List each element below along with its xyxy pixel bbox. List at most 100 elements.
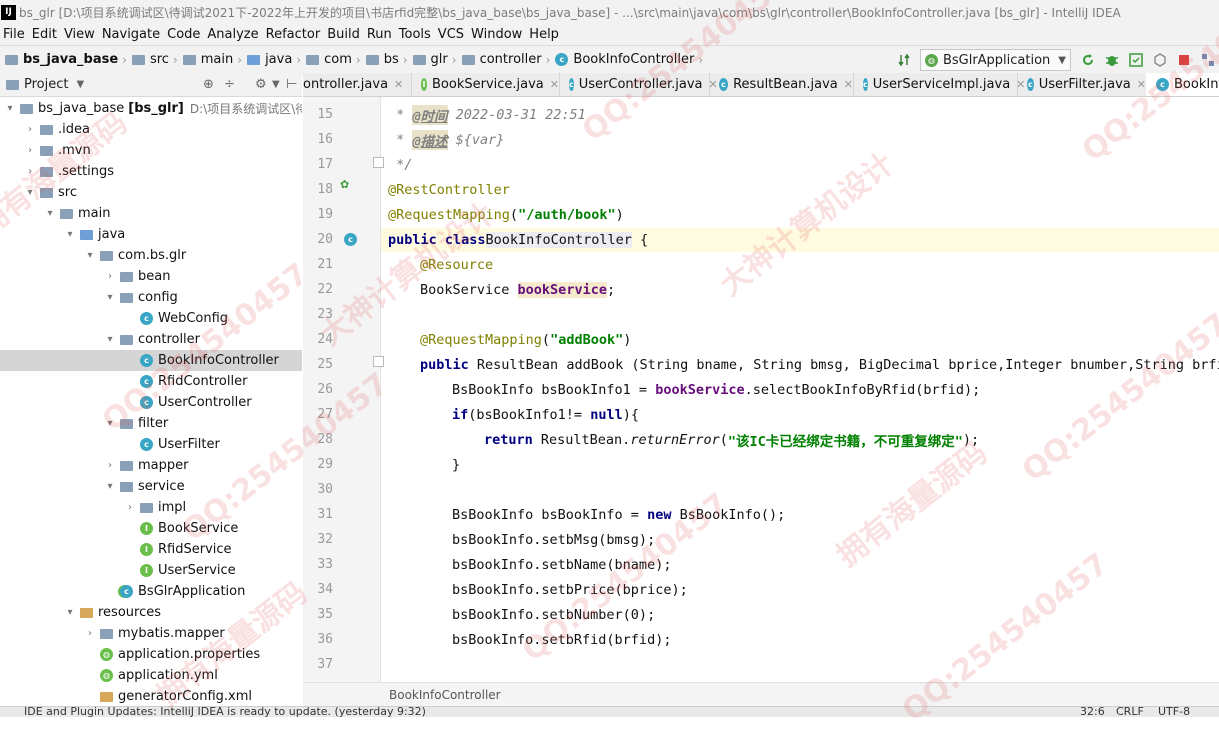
tree-item[interactable]: ▾ resources bbox=[64, 602, 161, 623]
tree-item[interactable]: ▾ filter bbox=[104, 413, 168, 434]
chevron-right-icon[interactable]: › bbox=[124, 502, 136, 513]
tree-item[interactable]: ▾ service bbox=[104, 476, 184, 497]
editor-tab[interactable]: c BookInfo bbox=[1146, 73, 1219, 96]
tree-item[interactable]: › .idea bbox=[24, 119, 90, 140]
breadcrumb-main[interactable]: main bbox=[201, 52, 233, 67]
chevron-down-icon[interactable]: ▾ bbox=[44, 208, 56, 219]
chevron-down-icon[interactable]: ▾ bbox=[104, 481, 116, 492]
tree-item[interactable]: ▾ com.bs.glr bbox=[84, 245, 186, 266]
tree-item[interactable]: generatorConfig.xml bbox=[84, 686, 252, 707]
fold-icon[interactable] bbox=[373, 356, 384, 367]
cursor-position[interactable]: 32:6 bbox=[1080, 707, 1105, 717]
tree-item[interactable]: ◍ application.properties bbox=[84, 644, 260, 665]
spring-bean-gutter-icon[interactable]: ✿ bbox=[340, 178, 349, 191]
chevron-right-icon[interactable]: › bbox=[24, 124, 36, 135]
chevron-down-icon[interactable]: ▼ bbox=[76, 79, 84, 90]
project-panel-title[interactable]: Project bbox=[24, 77, 68, 92]
menu-analyze[interactable]: Analyze bbox=[204, 27, 262, 42]
breadcrumb-com[interactable]: com bbox=[324, 52, 352, 67]
editor-tab[interactable]: c UserServiceImpl.java ✕ bbox=[853, 73, 1025, 96]
close-icon[interactable]: ✕ bbox=[844, 78, 853, 91]
locate-icon[interactable]: ⊕ bbox=[203, 77, 214, 92]
tree-item[interactable]: ▾ main bbox=[44, 203, 110, 224]
chevron-down-icon[interactable]: ▾ bbox=[104, 334, 116, 345]
editor-tab[interactable]: ontroller.java ✕ bbox=[303, 73, 412, 96]
project-structure-icon[interactable] bbox=[1201, 53, 1215, 67]
hide-panel-icon[interactable]: ⊢ bbox=[286, 77, 297, 92]
menu-edit[interactable]: Edit bbox=[29, 27, 61, 42]
tree-item[interactable]: c BookInfoController bbox=[124, 350, 279, 371]
profile-icon[interactable] bbox=[1153, 53, 1167, 67]
breadcrumb-bs[interactable]: bs bbox=[384, 52, 399, 67]
tree-item[interactable]: ▾ src bbox=[24, 182, 77, 203]
chevron-right-icon[interactable]: › bbox=[84, 628, 96, 639]
stop-icon[interactable] bbox=[1177, 53, 1191, 67]
breadcrumb-class[interactable]: BookInfoController bbox=[573, 52, 694, 67]
tree-item[interactable]: › bean bbox=[104, 266, 170, 287]
menu-refactor[interactable]: Refactor bbox=[263, 27, 325, 42]
menu-view[interactable]: View bbox=[61, 27, 99, 42]
line-separator[interactable]: CRLF bbox=[1116, 707, 1144, 717]
tree-item[interactable]: ◍ application.yml bbox=[84, 665, 218, 686]
class-gutter-icon[interactable]: c bbox=[344, 233, 357, 246]
breadcrumb-src[interactable]: src bbox=[150, 52, 169, 67]
gear-icon[interactable]: ⚙ bbox=[255, 77, 267, 92]
chevron-down-icon[interactable]: ▾ bbox=[104, 418, 116, 429]
chevron-right-icon[interactable]: › bbox=[24, 166, 36, 177]
editor-tab[interactable]: c ResultBean.java ✕ bbox=[709, 73, 854, 96]
tree-item[interactable]: c WebConfig bbox=[124, 308, 228, 329]
rerun-icon[interactable] bbox=[1081, 53, 1095, 67]
tree-item[interactable]: I BookService bbox=[124, 518, 238, 539]
chevron-down-icon[interactable]: ▾ bbox=[64, 607, 76, 618]
chevron-right-icon[interactable]: › bbox=[104, 460, 116, 471]
chevron-right-icon[interactable]: › bbox=[104, 271, 116, 282]
menu-build[interactable]: Build bbox=[324, 27, 364, 42]
menu-vcs[interactable]: VCS bbox=[435, 27, 468, 42]
status-message[interactable]: IDE and Plugin Updates: IntelliJ IDEA is… bbox=[24, 707, 426, 717]
tree-item[interactable]: ▾ config bbox=[104, 287, 177, 308]
tree-item[interactable]: c BsGlrApplication bbox=[104, 581, 245, 602]
chevron-down-icon[interactable]: ▾ bbox=[4, 103, 16, 114]
breadcrumb-project[interactable]: bs_java_base bbox=[23, 52, 118, 67]
chevron-down-icon[interactable]: ▼ bbox=[272, 79, 280, 90]
coverage-icon[interactable] bbox=[1129, 53, 1143, 67]
tree-item[interactable]: › mybatis.mapper bbox=[84, 623, 225, 644]
menu-navigate[interactable]: Navigate bbox=[99, 27, 164, 42]
editor-breadcrumb[interactable]: BookInfoController bbox=[389, 688, 501, 702]
debug-icon[interactable] bbox=[1105, 53, 1119, 67]
breadcrumb-java[interactable]: java bbox=[265, 52, 292, 67]
chevron-down-icon[interactable]: ▾ bbox=[24, 187, 36, 198]
editor-tab[interactable]: I BookService.java ✕ bbox=[411, 73, 560, 96]
menu-help[interactable]: Help bbox=[526, 27, 563, 42]
file-encoding[interactable]: UTF-8 bbox=[1158, 707, 1190, 717]
tree-item[interactable]: ▾ bs_java_base[bs_glr] D:\项目系统调试区\待调试 bbox=[4, 98, 302, 119]
tree-item[interactable]: c UserFilter bbox=[124, 434, 220, 455]
breadcrumb-controller[interactable]: controller bbox=[480, 52, 542, 67]
tree-item[interactable]: I RfidService bbox=[124, 539, 232, 560]
menu-run[interactable]: Run bbox=[364, 27, 396, 42]
breadcrumb-glr[interactable]: glr bbox=[431, 52, 448, 67]
close-icon[interactable]: ✕ bbox=[1137, 78, 1146, 91]
tree-item[interactable]: › impl bbox=[124, 497, 186, 518]
fold-icon[interactable] bbox=[373, 157, 384, 168]
close-icon[interactable]: ✕ bbox=[550, 78, 559, 91]
menu-tools[interactable]: Tools bbox=[396, 27, 435, 42]
menu-window[interactable]: Window bbox=[468, 27, 526, 42]
tree-item[interactable]: I UserService bbox=[124, 560, 236, 581]
tree-item[interactable]: c UserController bbox=[124, 392, 252, 413]
tree-item[interactable]: ▾ java bbox=[64, 224, 125, 245]
close-icon[interactable]: ✕ bbox=[394, 78, 403, 91]
tree-item[interactable]: › .settings bbox=[24, 161, 114, 182]
chevron-down-icon[interactable]: ▾ bbox=[64, 229, 76, 240]
tree-item[interactable]: › mapper bbox=[104, 455, 188, 476]
tree-item[interactable]: › .mvn bbox=[24, 140, 91, 161]
menu-file[interactable]: File bbox=[0, 27, 29, 42]
build-icon[interactable] bbox=[898, 53, 912, 67]
chevron-right-icon[interactable]: › bbox=[24, 145, 36, 156]
chevron-down-icon[interactable]: ▾ bbox=[84, 250, 96, 261]
tree-item[interactable]: ▾ controller bbox=[104, 329, 200, 350]
editor-tab[interactable]: c UserController.java ✕ bbox=[559, 73, 718, 96]
tree-item[interactable]: c RfidController bbox=[124, 371, 247, 392]
menu-code[interactable]: Code bbox=[164, 27, 204, 42]
editor-tab[interactable]: c UserFilter.java ✕ bbox=[1017, 73, 1147, 96]
